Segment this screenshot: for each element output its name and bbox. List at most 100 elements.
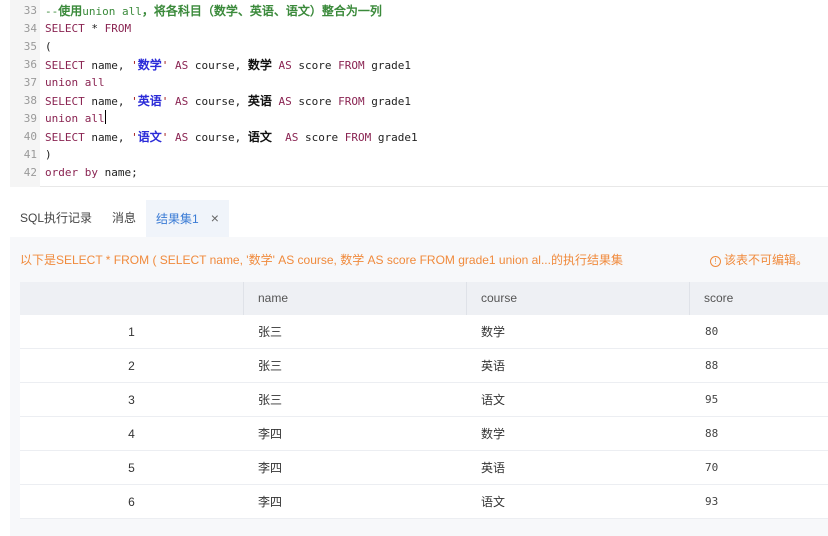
column-header-course[interactable]: course <box>466 282 517 315</box>
code-token: name, <box>84 95 132 108</box>
line-number: 40 <box>23 130 37 143</box>
cell-course[interactable]: 语文 <box>481 383 505 417</box>
line-number: 33 <box>23 4 37 17</box>
cell-score[interactable]: 70 <box>705 451 718 485</box>
cell-name[interactable]: 李四 <box>258 417 282 451</box>
line-number: 39 <box>23 112 37 125</box>
code-text[interactable]: ) <box>45 146 52 164</box>
cell-score[interactable]: 80 <box>705 315 718 349</box>
cell-score[interactable]: 88 <box>705 417 718 451</box>
cell-course[interactable]: 英语 <box>481 349 505 383</box>
column-header-score[interactable]: score <box>689 282 733 315</box>
code-token: course, <box>188 95 248 108</box>
code-line[interactable]: 33 --使用union all，将各科目（数学、英语、语文）整合为一列 <box>10 2 828 20</box>
table-row[interactable]: 6 李四 语文 93 <box>20 485 828 519</box>
row-index[interactable]: 6 <box>20 485 243 519</box>
code-token: ' <box>131 95 138 108</box>
code-text[interactable]: order by name; <box>45 164 138 182</box>
cell-name[interactable]: 张三 <box>258 383 282 417</box>
code-line[interactable]: 36 SELECT name, '数学' AS course, 数学 AS sco… <box>10 56 828 74</box>
code-token: SELECT <box>45 22 85 35</box>
cell-score[interactable]: 93 <box>705 485 718 519</box>
cell-score[interactable]: 95 <box>705 383 718 417</box>
line-number: 42 <box>23 166 37 179</box>
code-text[interactable]: SELECT name, '语文' AS course, 语文 AS score… <box>45 128 418 147</box>
table-row[interactable]: 5 李四 英语 70 <box>20 451 828 485</box>
tab-result-set-1[interactable]: 结果集1 × <box>146 200 229 237</box>
cell-name[interactable]: 张三 <box>258 349 282 383</box>
code-token: 英语 <box>247 94 272 108</box>
code-token: FROM <box>338 95 365 108</box>
close-icon[interactable]: × <box>211 200 219 237</box>
code-text[interactable]: union all <box>45 74 105 92</box>
code-token: FROM <box>344 131 372 144</box>
code-token: AS <box>285 131 299 144</box>
code-text[interactable]: --使用union all，将各科目（数学、英语、语文）整合为一列 <box>45 2 382 21</box>
result-tabs: SQL执行记录 消息 结果集1 × <box>10 200 828 237</box>
row-index[interactable]: 3 <box>20 383 243 417</box>
result-table: name course score 1 张三 数学 80 2 张三 英语 88 3 张三 语文 95 4… <box>20 282 828 519</box>
line-number: 35 <box>23 40 37 53</box>
code-token: course, <box>188 131 248 144</box>
code-token: 语文 <box>137 130 162 144</box>
code-token: 数学 <box>247 58 272 72</box>
cell-course[interactable]: 英语 <box>481 451 505 485</box>
tab-messages[interactable]: 消息 <box>112 200 136 237</box>
code-token: SELECT <box>45 95 85 108</box>
code-text[interactable]: SELECT name, '英语' AS course, 英语 AS score… <box>45 92 411 111</box>
code-line[interactable]: 42 order by name; <box>10 164 828 182</box>
cell-course[interactable]: 数学 <box>481 417 505 451</box>
table-row[interactable]: 1 张三 数学 80 <box>20 315 828 349</box>
code-token: AS <box>175 131 189 144</box>
code-line[interactable]: 35 ( <box>10 38 828 56</box>
row-index[interactable]: 4 <box>20 417 243 451</box>
code-token: name, <box>84 59 132 72</box>
cell-course[interactable]: 语文 <box>481 485 505 519</box>
line-number: 38 <box>23 94 37 107</box>
code-token: grade1 <box>371 131 418 144</box>
code-line[interactable]: 41) <box>10 146 828 164</box>
code-token: AS <box>278 95 292 108</box>
table-row[interactable]: 2 张三 英语 88 <box>20 349 828 383</box>
code-token: 语文 <box>247 130 272 144</box>
table-row[interactable]: 3 张三 语文 95 <box>20 383 828 417</box>
sql-editor[interactable]: 33 --使用union all，将各科目（数学、英语、语文）整合为一列 34 SEL… <box>10 0 828 187</box>
code-line[interactable]: 38 SELECT name, '英语' AS course, 英语 AS sco… <box>10 92 828 110</box>
code-text[interactable]: union all <box>45 110 106 128</box>
row-index[interactable]: 5 <box>20 451 243 485</box>
code-token: order by <box>45 166 98 179</box>
tab-sql-history[interactable]: SQL执行记录 <box>20 200 92 237</box>
code-line[interactable]: 40 SELECT name, '语文' AS course, 语文 AS sco… <box>10 128 828 146</box>
code-token: course, <box>188 59 248 72</box>
code-line[interactable]: 34 SELECT * FROM <box>10 20 828 38</box>
row-index[interactable]: 1 <box>20 315 243 349</box>
table-row[interactable]: 4 李四 数学 88 <box>20 417 828 451</box>
cell-name[interactable]: 张三 <box>258 315 282 349</box>
cell-name[interactable]: 李四 <box>258 485 282 519</box>
row-index[interactable]: 2 <box>20 349 243 383</box>
cell-name[interactable]: 李四 <box>258 451 282 485</box>
cell-score[interactable]: 88 <box>705 349 718 383</box>
code-token: score <box>298 131 345 144</box>
result-notice: 以下是SELECT * FROM ( SELECT name, '数学' AS … <box>20 253 623 267</box>
code-token: union all <box>45 76 105 89</box>
line-number: 37 <box>23 76 37 89</box>
code-token: score <box>291 59 339 72</box>
code-line[interactable]: 37 union all <box>10 74 828 92</box>
code-line[interactable]: 39 union all <box>10 110 828 128</box>
code-text[interactable]: SELECT name, '数学' AS course, 数学 AS score… <box>45 56 411 75</box>
cell-course[interactable]: 数学 <box>481 315 505 349</box>
code-token: SELECT <box>45 59 85 72</box>
code-token: name, <box>84 131 132 144</box>
code-text[interactable]: SELECT * FROM <box>45 20 131 38</box>
column-header-name[interactable]: name <box>243 282 288 315</box>
code-token: ' <box>131 59 138 72</box>
code-text[interactable]: ( <box>45 38 52 56</box>
readonly-notice: ! 该表不可编辑。 <box>709 251 808 268</box>
